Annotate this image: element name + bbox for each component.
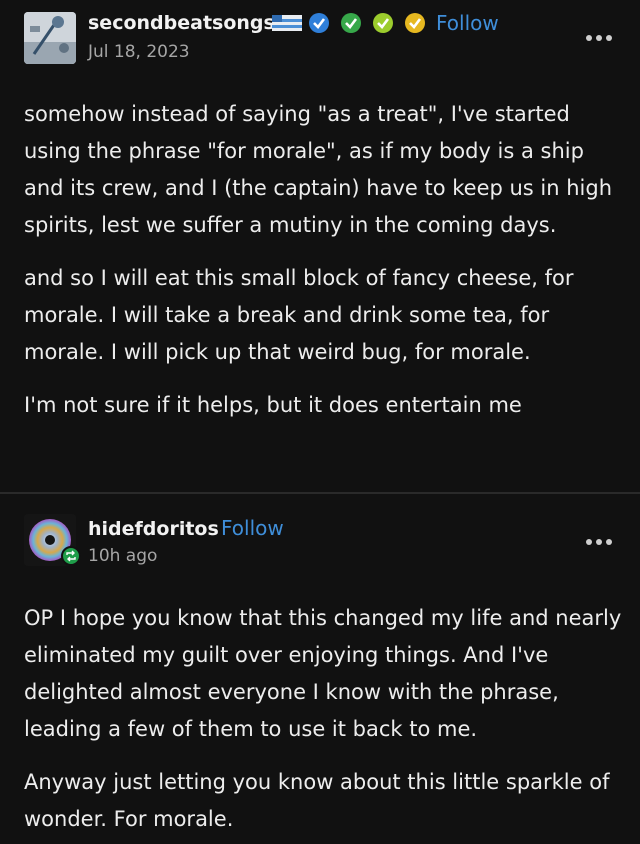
yellow-check-badge-icon	[404, 12, 426, 34]
reply-username[interactable]: hidefdoritos	[88, 518, 219, 540]
reply-time: 10h ago	[88, 546, 158, 566]
flag-icon	[270, 12, 304, 34]
original-post: secondbeatsongs Follow Jul 18, 2023 some…	[0, 0, 640, 492]
lime-check-badge-icon	[372, 12, 394, 34]
reply-paragraph: OP I hope you know that this changed my …	[24, 606, 622, 741]
post-body: somehow instead of saying "as a treat", …	[24, 96, 624, 424]
post-username[interactable]: secondbeatsongs	[88, 12, 275, 34]
blue-check-badge-icon	[308, 12, 330, 34]
reply-paragraph: Anyway just letting you know about this …	[24, 770, 610, 831]
post-paragraph: I'm not sure if it helps, but it does en…	[24, 393, 522, 417]
more-options-icon[interactable]	[586, 33, 616, 43]
green-check-badge-icon	[340, 12, 362, 34]
avatar[interactable]	[24, 12, 76, 64]
reply-more-options-icon[interactable]	[586, 537, 616, 547]
post-paragraph: somehow instead of saying "as a treat", …	[24, 102, 613, 237]
post-paragraph: and so I will eat this small block of fa…	[24, 266, 574, 364]
reply-follow-button[interactable]: Follow	[221, 516, 284, 540]
post-date: Jul 18, 2023	[88, 42, 190, 62]
reply-body: OP I hope you know that this changed my …	[24, 600, 624, 838]
post-divider	[0, 492, 640, 494]
follow-button[interactable]: Follow	[436, 11, 499, 35]
reblog-icon	[61, 546, 81, 566]
